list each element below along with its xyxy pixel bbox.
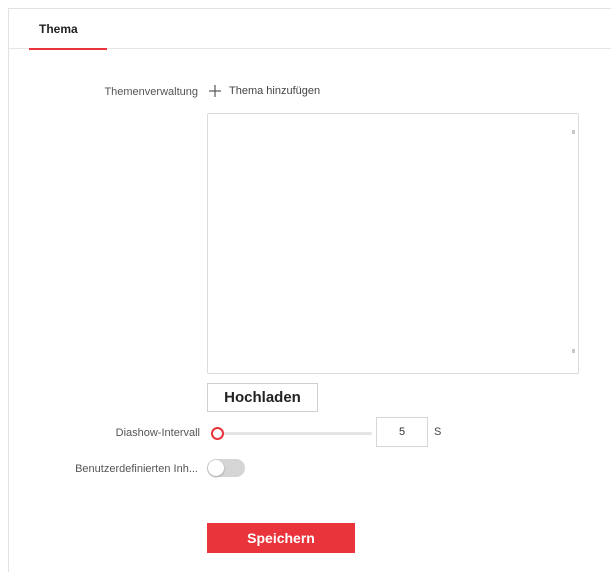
slideshow-interval-label: Diashow-Intervall [115, 427, 200, 439]
interval-unit: S [434, 426, 442, 438]
tab-label: Thema [39, 22, 78, 36]
scroll-up-arrow[interactable] [572, 130, 575, 134]
custom-content-toggle[interactable] [207, 459, 245, 477]
add-theme-button[interactable]: Thema hinzufügen [207, 82, 320, 100]
theme-management-label: Themenverwaltung [104, 86, 198, 98]
add-theme-label: Thema hinzufügen [229, 85, 321, 97]
active-tab-indicator [29, 48, 107, 50]
plus-icon [207, 83, 223, 99]
save-button[interactable]: Speichern [207, 523, 355, 553]
slider-thumb[interactable] [211, 427, 224, 440]
upload-button[interactable]: Hochladen [207, 383, 318, 412]
tab-bar: Thema [9, 9, 611, 50]
scroll-down-arrow[interactable] [572, 349, 575, 353]
toggle-knob [208, 460, 224, 476]
slideshow-interval-input[interactable] [376, 417, 428, 447]
tab-thema[interactable]: Thema [19, 9, 107, 50]
theme-list[interactable] [207, 113, 579, 374]
slideshow-interval-slider[interactable] [211, 427, 372, 440]
custom-content-label: Benutzerdefinierten Inh... [75, 463, 198, 475]
